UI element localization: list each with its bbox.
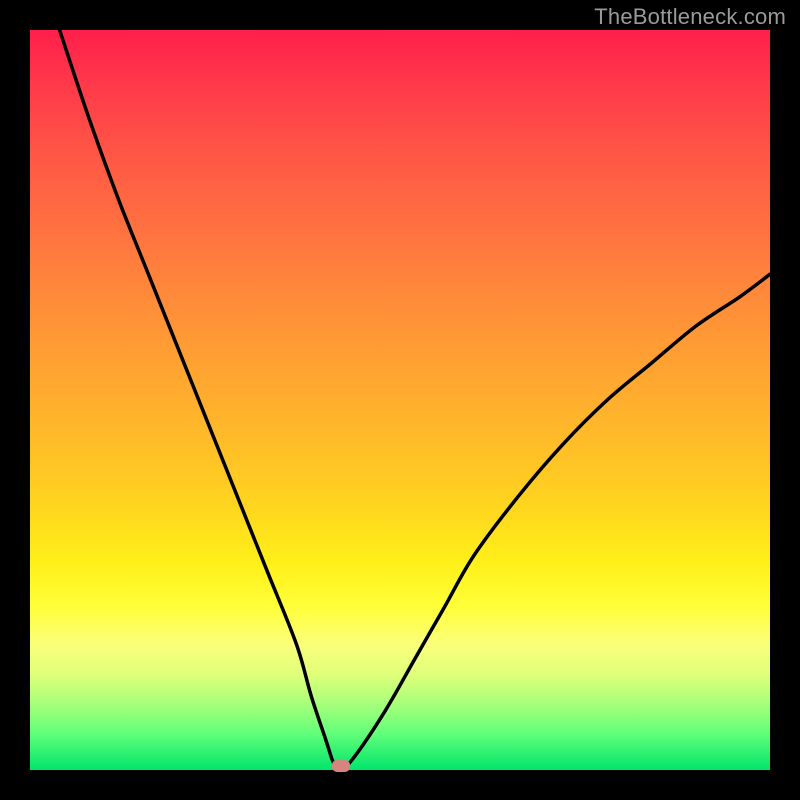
bottleneck-curve — [30, 30, 770, 770]
plot-area — [30, 30, 770, 770]
watermark-text: TheBottleneck.com — [594, 4, 786, 30]
bottleneck-marker — [332, 760, 350, 772]
chart-frame: TheBottleneck.com — [0, 0, 800, 800]
